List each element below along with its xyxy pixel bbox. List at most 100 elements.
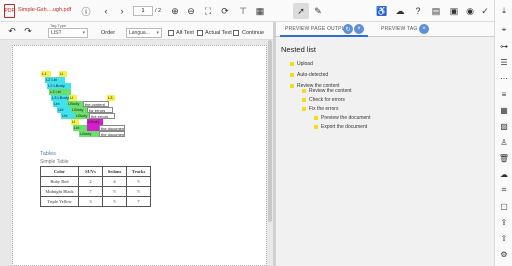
chevron-right-icon[interactable]: › (114, 3, 130, 19)
tag-box[interactable]: L3 (107, 95, 115, 101)
tag-box[interactable]: the document (99, 131, 125, 137)
table-cell: Midnight Black (40, 186, 79, 197)
language-value: Langua... (129, 30, 150, 36)
eye-icon[interactable]: ◉ (462, 3, 478, 19)
zoom-out-icon[interactable]: ⊖ (183, 3, 199, 19)
actual-text-checkbox[interactable] (197, 30, 203, 36)
bullet-icon (302, 107, 306, 111)
list-icon[interactable]: ☰ (498, 56, 510, 68)
table-cell: 5 (126, 186, 151, 197)
bullet-icon (290, 73, 294, 77)
table-cell: 5 (102, 196, 127, 207)
tag-toolbar: ↶ ↷ Tag Type LIST ▾ Order Langua... ▾ Al… (0, 22, 275, 40)
table-row: Midnight Black 7 5 5 (40, 186, 151, 197)
close-icon[interactable]: × (419, 24, 429, 34)
refresh-icon[interactable]: ↻ (343, 24, 353, 34)
list-item: Review the content (309, 88, 352, 94)
table-cell: Ruby Red (40, 176, 79, 187)
more-icon[interactable]: ⋯ (498, 72, 510, 84)
table-row: Ruby Red 2 4 5 (40, 176, 151, 187)
list-item: Auto-detected (297, 72, 329, 78)
doc-table[interactable]: Color SUVs Sedans Trucks Ruby Red 2 4 5 … (40, 166, 151, 207)
align-icon[interactable]: ≡ (498, 88, 510, 100)
chevron-down-icon: ▾ (156, 30, 159, 36)
info-icon[interactable]: ⓘ (78, 3, 94, 19)
bullet-icon (290, 62, 294, 66)
calendar-icon[interactable]: ▤ (428, 3, 444, 19)
table-cell: 3 (78, 196, 103, 207)
help-icon[interactable]: ? (410, 3, 426, 19)
table-icon[interactable]: ▦ (498, 104, 510, 116)
zoom-in-icon[interactable]: ⊕ (167, 3, 183, 19)
tag-type-select[interactable]: LIST ▾ (48, 28, 88, 38)
page-number-input[interactable] (133, 6, 153, 16)
tag-box[interactable]: LBody (79, 131, 99, 137)
list-item: Upload (297, 61, 313, 67)
check-circle-icon[interactable]: ✓ (477, 3, 493, 19)
rotate-icon[interactable]: ⟳ (217, 3, 233, 19)
table-header-cell: Color (40, 166, 79, 177)
table-cell: 5 (126, 176, 151, 187)
top-toolbar: PDF Simple-Gsh....ugh.pdf ⓘ ‹ › / 2 ⊕ ⊖ … (0, 0, 512, 22)
redo-icon[interactable]: ↷ (20, 23, 36, 39)
crop-icon[interactable]: ⌗ (498, 184, 510, 196)
table-cell: 7 (78, 186, 103, 197)
image-icon[interactable]: ▨ (498, 120, 510, 132)
chevron-down-icon: ▾ (82, 30, 85, 36)
list-item: Preview the document (321, 115, 371, 121)
table-header-cell: Sedans (102, 166, 127, 177)
fit-screen-icon[interactable]: ⛶ (200, 3, 216, 19)
order-label[interactable]: Order (101, 30, 115, 36)
bullet-icon (302, 89, 306, 93)
alt-text-checkbox[interactable] (168, 30, 174, 36)
list-item: Check for errors (309, 97, 345, 103)
cloud-icon[interactable]: ☁ (498, 168, 510, 180)
preview-title: Nested list (281, 45, 317, 54)
download-icon[interactable]: ⤓ (498, 5, 510, 17)
region-icon[interactable]: ▢ (498, 200, 510, 212)
tab-preview-page-output[interactable]: PREVIEW PAGE OUTPUT (285, 26, 349, 32)
document-viewer[interactable]: L1 LI L2 Lbl L2 LBody L3 Lbl L3 LBody LI… (0, 40, 275, 266)
bullet-icon (302, 98, 306, 102)
person-icon[interactable]: ♙ (498, 136, 510, 148)
preview-tabs: PREVIEW PAGE OUTPUT ↻ × PREVIEW TAG × (276, 22, 494, 37)
page-total: / 2 (155, 8, 162, 14)
hierarchy-icon[interactable]: ⊶ (498, 40, 510, 52)
doc-subheading: Simple Table (40, 159, 69, 165)
bullet-icon (290, 84, 294, 88)
export-icon[interactable]: ⇪ (498, 216, 510, 228)
bullet-icon (314, 116, 318, 120)
language-select[interactable]: Langua... ▾ (126, 28, 162, 38)
table-header-cell: SUVs (78, 166, 103, 177)
undo-icon[interactable]: ↶ (4, 23, 20, 39)
upload-icon[interactable]: ⇧ (498, 232, 510, 244)
continue-checkbox[interactable] (233, 30, 239, 36)
cloud-check-icon[interactable]: ☁ (392, 3, 408, 19)
active-tab-indicator (280, 35, 368, 37)
table-cell: 4 (102, 176, 127, 187)
preview-panel: PREVIEW PAGE OUTPUT ↻ × PREVIEW TAG × Ne… (276, 22, 494, 266)
trash-icon[interactable]: 🗑 (498, 152, 510, 164)
pen-icon[interactable]: ✎ (310, 3, 326, 19)
chevron-left-icon[interactable]: ‹ (98, 3, 114, 19)
document-scrollbar[interactable] (268, 40, 272, 222)
table-cell: Triple Yellow (40, 196, 79, 207)
grid-icon[interactable]: ▦ (252, 3, 268, 19)
settings-icon[interactable]: ⚙ (498, 248, 510, 260)
align-top-icon[interactable]: ⊤ (235, 3, 251, 19)
close-icon[interactable]: × (354, 24, 364, 34)
actual-text-label: Actual Text (205, 30, 232, 36)
table-cell: 5 (102, 186, 127, 197)
tag-tree-icon[interactable]: ⌖ (498, 24, 510, 36)
table-cell: 2 (78, 176, 103, 187)
alt-text-label: Alt Text (176, 30, 194, 36)
pdf-icon-label: PDF (4, 8, 15, 14)
save-icon[interactable]: ▣ (446, 3, 462, 19)
table-header-cell: Trucks (126, 166, 151, 177)
tab-preview-tag[interactable]: PREVIEW TAG (381, 26, 417, 32)
table-header-row: Color SUVs Sedans Trucks (40, 166, 151, 177)
pointer-icon[interactable]: ➚ (293, 3, 309, 19)
continue-label: Continue (242, 30, 265, 36)
accessibility-icon[interactable]: ♿ (374, 3, 390, 19)
file-name[interactable]: Simple-Gsh....ugh.pdf (18, 7, 71, 13)
